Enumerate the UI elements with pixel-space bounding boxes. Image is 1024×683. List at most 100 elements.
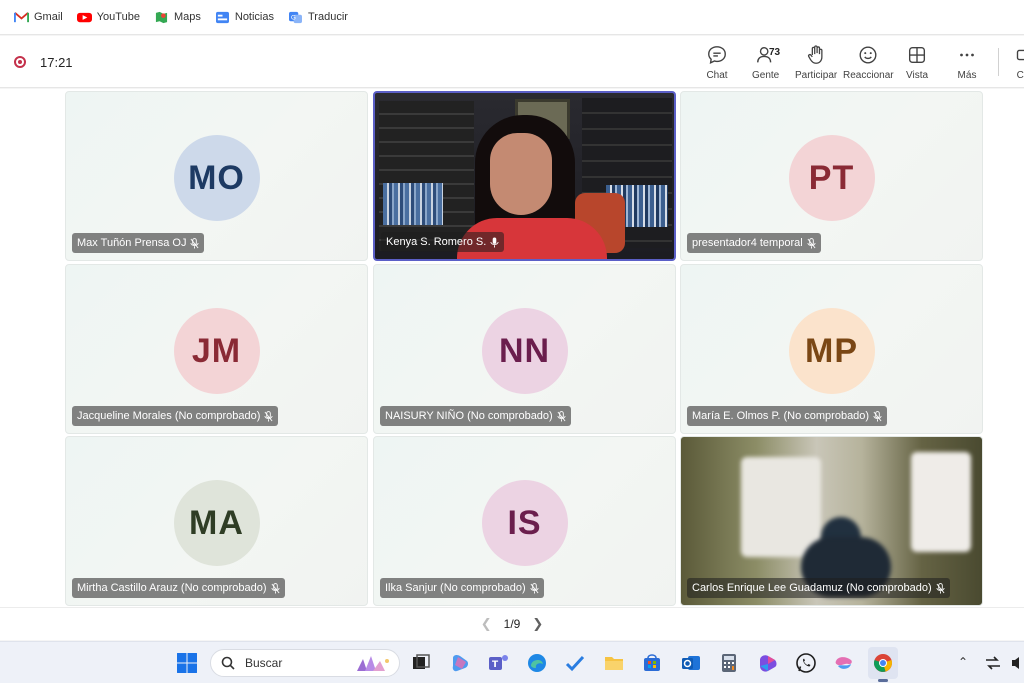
more-button[interactable]: Más [956, 44, 978, 81]
bookmark-label: Gmail [34, 11, 63, 23]
task-view-icon[interactable] [410, 652, 432, 674]
search-icon [221, 656, 235, 670]
avatar: MO [173, 135, 260, 221]
more-label: Más [957, 70, 977, 81]
view-label: Vista [906, 70, 929, 81]
mic-muted-icon [873, 410, 882, 421]
youtube-icon [76, 12, 92, 22]
microsoft-365-icon[interactable] [757, 652, 779, 674]
avatar: PT [788, 135, 875, 221]
participant-tile[interactable]: PT presentador4 temporal [680, 91, 983, 261]
recording-icon [14, 56, 26, 68]
meeting-control-bar: 17:21 Chat Gente 73 Participar Reacciona… [0, 36, 1024, 88]
video-person [490, 133, 552, 215]
participant-name: María E. Olmos P. (No comprobado) [692, 410, 870, 422]
taskbar-search[interactable]: Buscar [210, 649, 400, 677]
chrome-icon[interactable] [872, 652, 894, 674]
participant-name-tag: Carlos Enrique Lee Guadamuz (No comproba… [687, 578, 950, 598]
previous-page-button[interactable]: ❮ [481, 616, 492, 632]
taskbar: Buscar T ⌃ [0, 641, 1024, 683]
participant-tile[interactable]: NN NAISURY NIÑO (No comprobado) [373, 264, 676, 434]
search-placeholder: Buscar [245, 656, 283, 670]
bookmark-youtube[interactable]: YouTube [76, 11, 140, 24]
bookmark-maps[interactable]: Maps [154, 11, 201, 24]
avatar: JM [173, 308, 260, 394]
participant-name-tag: Ilka Sanjur (No comprobado) [380, 578, 544, 598]
emoji-icon [859, 46, 877, 64]
mic-muted-icon [807, 237, 816, 248]
participant-name: Mirtha Castillo Arauz (No comprobado) [77, 582, 267, 594]
avatar: MA [173, 480, 260, 566]
react-button[interactable]: Reaccionar [843, 44, 894, 81]
video-background [741, 457, 821, 557]
video-background [911, 452, 971, 552]
view-button[interactable]: Vista [906, 44, 928, 81]
windows-start-icon[interactable] [176, 652, 198, 674]
bookmark-gmail[interactable]: Gmail [14, 11, 63, 24]
chat-label: Chat [706, 70, 728, 81]
next-page-button[interactable]: ❯ [532, 616, 543, 632]
participant-tile[interactable]: IS Ilka Sanjur (No comprobado) [373, 436, 676, 606]
grid-view-icon [909, 46, 926, 64]
avatar: IS [481, 480, 568, 566]
meeting-timer: 17:21 [40, 55, 73, 70]
teams-icon[interactable]: T [487, 652, 509, 674]
participant-tile[interactable]: MA Mirtha Castillo Arauz (No comprobado) [65, 436, 368, 606]
svg-text:T: T [492, 660, 499, 670]
outlook-icon[interactable] [680, 652, 702, 674]
camera-icon [1016, 49, 1024, 61]
gmail-icon [14, 11, 29, 22]
video-background [383, 183, 443, 225]
raise-hand-label: Participar [795, 70, 838, 81]
participant-name: presentador4 temporal [692, 237, 803, 249]
mic-muted-icon [530, 582, 539, 593]
participant-name-tag: Mirtha Castillo Arauz (No comprobado) [72, 578, 285, 598]
todo-icon[interactable] [564, 652, 586, 674]
bookmarks-bar: Gmail YouTube Maps Noticias G Traducir [0, 0, 1024, 35]
avatar: MP [788, 308, 875, 394]
copilot-icon[interactable] [449, 652, 471, 674]
raise-hand-button[interactable]: Participar [795, 44, 837, 81]
participant-tile[interactable]: JM Jacqueline Morales (No comprobado) [65, 264, 368, 434]
bookmark-news[interactable]: Noticias [215, 11, 274, 24]
camera-button[interactable]: Cá [1012, 44, 1024, 81]
mic-muted-icon [190, 237, 200, 248]
participant-video-tile[interactable]: Carlos Enrique Lee Guadamuz (No comproba… [680, 436, 983, 606]
store-icon[interactable] [641, 652, 663, 674]
camera-label: Cá [1016, 70, 1024, 81]
participant-name: Jacqueline Morales (No comprobado) [77, 410, 261, 422]
active-app-indicator [878, 679, 888, 682]
bookmark-label: Traducir [308, 11, 348, 23]
participant-name-tag: Max Tuñón Prensa OJ [72, 233, 205, 253]
participant-name: Ilka Sanjur (No comprobado) [385, 582, 526, 594]
whatsapp-icon[interactable] [795, 652, 817, 674]
svg-text:G: G [291, 13, 296, 21]
bookmark-translate[interactable]: G Traducir [288, 11, 348, 24]
mic-muted-icon [270, 582, 280, 593]
edge-icon[interactable] [526, 652, 548, 674]
copilot-app-icon[interactable] [833, 652, 855, 674]
bookmark-label: Maps [173, 11, 201, 23]
file-explorer-icon[interactable] [603, 652, 625, 674]
avatar: NN [481, 308, 568, 394]
participant-video-tile-speaking[interactable]: Kenya S. Romero S. [373, 91, 676, 261]
search-highlight-icon [357, 656, 389, 671]
mic-muted-icon [264, 410, 273, 421]
chat-button[interactable]: Chat [706, 44, 728, 81]
video-grid: MO Max Tuñón Prensa OJ Kenya S. Romero S… [0, 89, 1024, 607]
network-icon[interactable] [984, 654, 1002, 672]
participant-name: Max Tuñón Prensa OJ [77, 237, 187, 249]
translate-icon: G [289, 11, 302, 23]
participant-tile[interactable]: MO Max Tuñón Prensa OJ [65, 91, 368, 261]
mic-muted-icon [557, 410, 566, 421]
toolbar-divider [998, 48, 999, 76]
participant-name: NAISURY NIÑO (No comprobado) [385, 410, 553, 422]
participant-tile[interactable]: MP María E. Olmos P. (No comprobado) [680, 264, 983, 434]
maps-icon [155, 11, 168, 23]
participant-count: 73 [769, 47, 781, 58]
tray-chevron-icon[interactable]: ⌃ [958, 655, 968, 669]
bookmark-label: Noticias [234, 11, 274, 23]
raise-hand-icon [808, 45, 823, 64]
calculator-icon[interactable] [718, 652, 740, 674]
sound-icon[interactable] [1010, 654, 1024, 672]
